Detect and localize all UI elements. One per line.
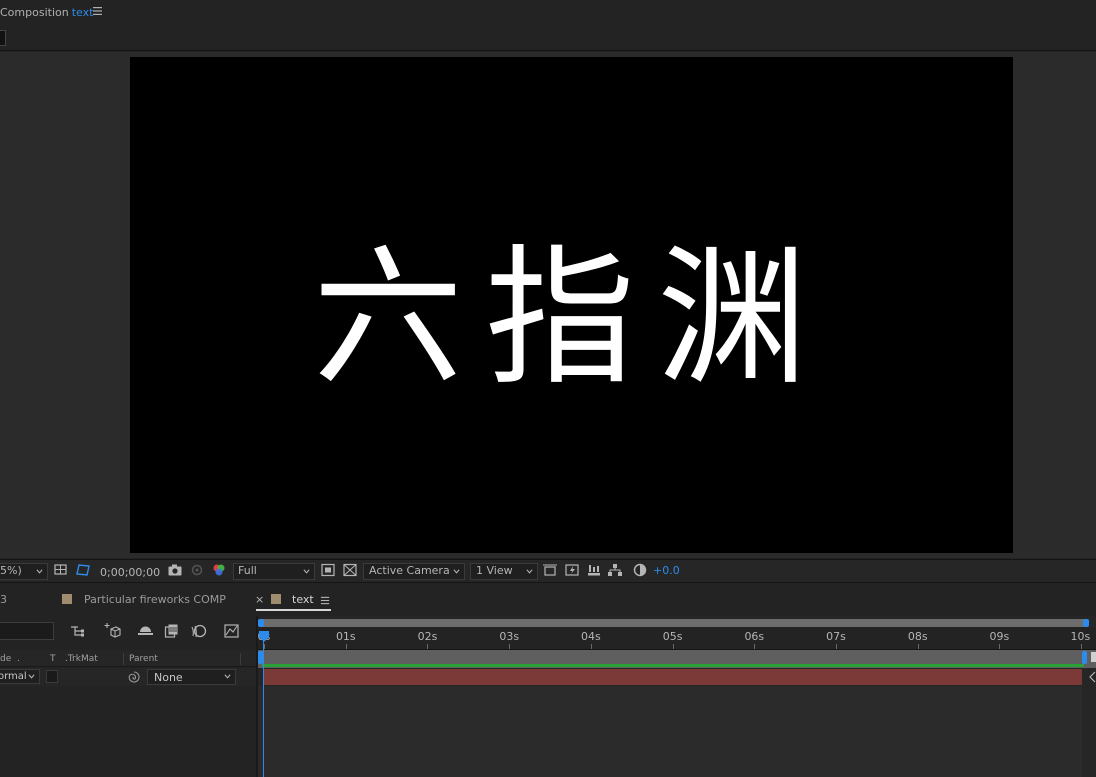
- timeline-panel-menu-icon[interactable]: [320, 595, 331, 606]
- panel-menu-icon[interactable]: [92, 5, 104, 17]
- current-time-indicator-line[interactable]: [263, 640, 264, 777]
- 3d-view-value: Active Camera: [369, 564, 450, 577]
- view-layout-value: 1 View: [476, 564, 513, 577]
- blend-mode-value: ormal: [0, 671, 27, 682]
- ruler-tick-label: 09s: [989, 630, 1010, 643]
- track-matte-box[interactable]: [46, 670, 58, 683]
- hide-shy-layers-icon[interactable]: [137, 623, 154, 638]
- work-area-start-handle[interactable]: [258, 619, 264, 627]
- column-divider[interactable]: [123, 653, 124, 665]
- show-snapshot-icon[interactable]: [189, 562, 205, 578]
- empty-track-area[interactable]: [258, 686, 1082, 777]
- composition-label: Composition: [0, 6, 69, 19]
- composition-tab-bar: [0, 0, 1096, 26]
- motion-blur-icon[interactable]: [190, 623, 207, 639]
- magnification-value: 5%): [0, 564, 22, 577]
- layer-column-header: [0, 650, 256, 667]
- ruler-tick-label: 03s: [499, 630, 520, 643]
- previous-tab-label[interactable]: 3: [0, 593, 7, 606]
- reset-exposure-icon[interactable]: [632, 562, 648, 578]
- column-parent[interactable]: Parent: [129, 654, 158, 664]
- work-area-end-handle[interactable]: [1083, 619, 1089, 627]
- parent-value: None: [154, 671, 183, 684]
- ruler-tick-label: 07s: [826, 630, 846, 643]
- timeline-icon[interactable]: [586, 562, 602, 578]
- close-tab-icon[interactable]: ×: [255, 593, 264, 606]
- ruler-tick-label: 02s: [417, 630, 438, 643]
- graph-editor-icon[interactable]: [223, 623, 240, 639]
- region-of-interest-icon[interactable]: [320, 562, 336, 578]
- work-area-bar[interactable]: [260, 619, 1086, 627]
- column-mode[interactable]: de: [0, 654, 11, 664]
- ruler-tick-label: 06s: [744, 630, 765, 643]
- timeline-right-gutter: [1082, 669, 1096, 777]
- active-tab-underline: [256, 609, 331, 611]
- toggle-pixel-aspect-icon[interactable]: [542, 562, 558, 578]
- ruler-tick-label: 01s: [335, 630, 356, 643]
- resolution-value: Full: [238, 564, 257, 577]
- comp-color-swatch-active: [271, 594, 281, 604]
- column-track-matte-preserve[interactable]: T: [50, 654, 56, 664]
- ruler-tick-label: 08s: [907, 630, 928, 643]
- ruler-tick-label: 10s: [1070, 630, 1091, 643]
- comp-color-swatch: [62, 594, 72, 604]
- timeline-end-marker[interactable]: [1091, 652, 1096, 662]
- toggle-mask-visibility-icon[interactable]: [75, 562, 91, 578]
- current-time-indicator[interactable]: [258, 631, 270, 643]
- comp-mini-flowchart-icon[interactable]: [70, 623, 88, 639]
- layer-out-arrow-icon: [1089, 671, 1096, 683]
- exposure-value[interactable]: +0.0: [653, 564, 680, 577]
- draft-3d-icon[interactable]: [103, 622, 121, 639]
- layer-outline-area: [0, 616, 256, 777]
- camera-snapshot-icon[interactable]: [167, 562, 183, 578]
- composition-name: text: [71, 6, 94, 19]
- ruler-tick-label: 04s: [581, 630, 601, 643]
- canvas-text: 六指渊: [313, 232, 829, 406]
- current-time-display[interactable]: 0;00;00;00: [100, 566, 160, 579]
- column-dot: .: [17, 654, 20, 664]
- composition-navigator-dropdown[interactable]: [0, 30, 6, 46]
- parent-pick-whip-icon[interactable]: [127, 670, 141, 684]
- column-divider[interactable]: [240, 653, 241, 665]
- render-cache-indicator: [262, 664, 1084, 667]
- layer-search-input[interactable]: [0, 622, 54, 640]
- comp-flowchart-icon[interactable]: [607, 562, 623, 578]
- ruler-tick-label: 05s: [662, 630, 683, 643]
- canvas-text-layer: 六指渊: [313, 232, 829, 406]
- column-trkmat[interactable]: .TrkMat: [65, 654, 98, 664]
- show-channel-icon[interactable]: [211, 562, 227, 578]
- choose-grid-guides-icon[interactable]: [53, 562, 69, 578]
- frame-blending-icon[interactable]: [164, 623, 180, 639]
- comp-duration-end-cap[interactable]: [1082, 651, 1087, 664]
- layer-duration-bar[interactable]: [264, 669, 1082, 685]
- transparency-grid-icon[interactable]: [342, 562, 358, 578]
- composition-panel-title[interactable]: Composition text: [0, 6, 93, 19]
- tab-text[interactable]: text: [292, 593, 314, 606]
- composition-sub-bar: [0, 26, 1096, 51]
- fast-previews-icon[interactable]: [564, 562, 580, 578]
- tab-particular-fireworks-comp[interactable]: Particular fireworks COMP: [84, 593, 226, 606]
